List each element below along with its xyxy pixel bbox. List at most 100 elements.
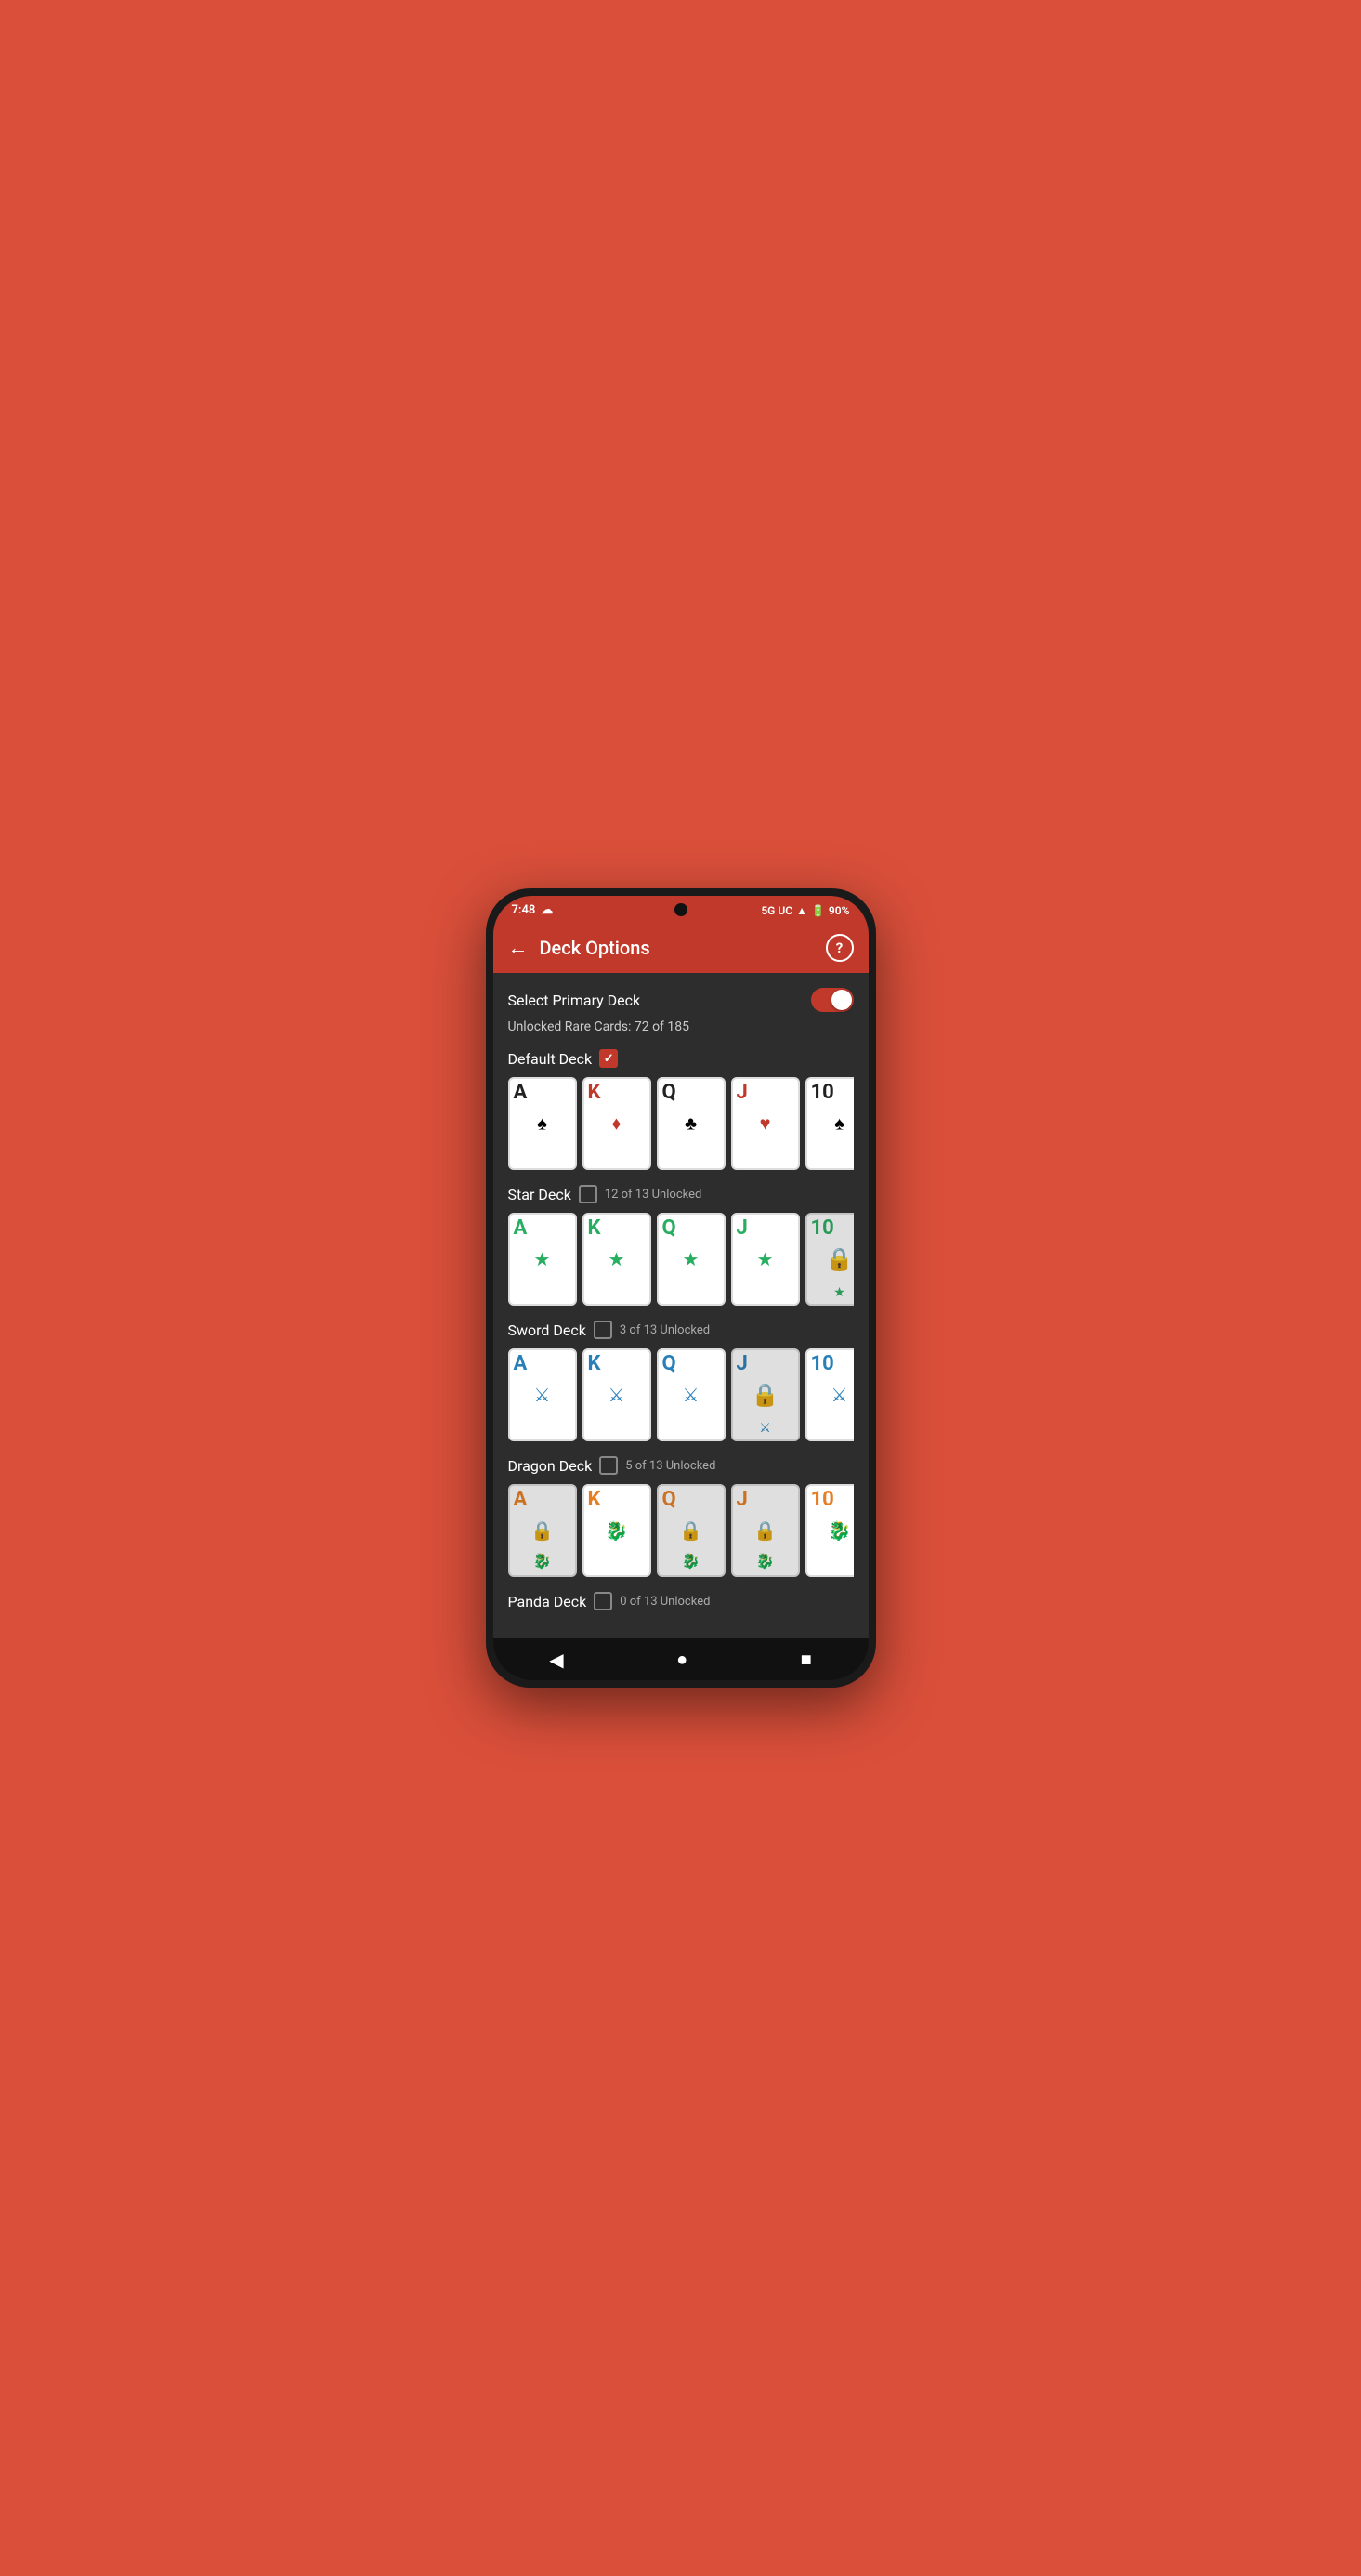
- cards-row: A♠K♦Q♣J♥10♠: [508, 1077, 854, 1170]
- card-letter: Q: [662, 1218, 720, 1239]
- cards-row: A⚔K⚔Q⚔J🔒⚔10⚔: [508, 1348, 854, 1441]
- card-center-symbol: ★: [683, 1248, 700, 1270]
- card[interactable]: Q 🔒 🐉: [657, 1484, 726, 1577]
- card-symbol-bottom: ⚔: [759, 1421, 771, 1436]
- card[interactable]: K🐉: [582, 1484, 651, 1577]
- card[interactable]: Q⚔: [657, 1348, 726, 1441]
- card-letter: 10: [811, 1218, 854, 1239]
- card-center-symbol: ♣: [685, 1112, 697, 1136]
- card-letter: Q: [662, 1490, 720, 1510]
- card-center-symbol: ★: [609, 1248, 625, 1270]
- deck-checkbox[interactable]: [594, 1592, 612, 1610]
- status-left: 7:48 ☁: [512, 903, 554, 917]
- card[interactable]: 10 ♠: [805, 1077, 854, 1170]
- card-letter: Q: [662, 1354, 720, 1374]
- card[interactable]: A⚔: [508, 1348, 577, 1441]
- card-letter: K: [588, 1218, 646, 1239]
- card[interactable]: J♥: [731, 1077, 800, 1170]
- lock-icon: 🔒: [826, 1246, 854, 1272]
- card[interactable]: K⚔: [582, 1348, 651, 1441]
- card-letter: 10: [811, 1490, 854, 1510]
- time-display: 7:48: [512, 903, 536, 917]
- dragon-symbol: 🐉: [682, 1552, 700, 1570]
- card[interactable]: J 🔒 🐉: [731, 1484, 800, 1577]
- card-center-symbol: ★: [534, 1248, 551, 1270]
- home-nav-button[interactable]: ●: [676, 1648, 687, 1671]
- toggle-label: Select Primary Deck: [508, 992, 641, 1009]
- card-letter: K: [588, 1083, 646, 1103]
- phone-screen: 7:48 ☁ 5G UC ▲ 🔋 90% ← Deck Options ? Se…: [493, 896, 869, 1680]
- help-button[interactable]: ?: [826, 934, 854, 962]
- deck-header-1: Star Deck12 of 13 Unlocked: [508, 1185, 854, 1203]
- card-center-symbol: ♦: [611, 1112, 621, 1136]
- deck-name: Default Deck: [508, 1050, 593, 1068]
- card-letter: K: [588, 1354, 646, 1374]
- back-nav-button[interactable]: ◀: [549, 1649, 563, 1671]
- primary-deck-toggle[interactable]: [811, 988, 854, 1012]
- top-bar: ← Deck Options ?: [493, 923, 869, 973]
- card[interactable]: Q♣: [657, 1077, 726, 1170]
- deck-checkbox[interactable]: [599, 1456, 618, 1475]
- card[interactable]: A★: [508, 1213, 577, 1306]
- back-button[interactable]: ←: [508, 936, 529, 960]
- signal-icon: ▲: [796, 904, 807, 917]
- card-letter: J: [737, 1083, 794, 1103]
- card-center-symbol: ♠: [537, 1112, 547, 1136]
- unlock-count-label: 5 of 13 Unlocked: [625, 1459, 715, 1473]
- card-letter: A: [514, 1490, 571, 1510]
- deck-checkbox[interactable]: [579, 1185, 597, 1203]
- card[interactable]: A🔒🐉: [508, 1484, 577, 1577]
- unlocked-rare-cards-text: Unlocked Rare Cards: 72 of 185: [508, 1019, 854, 1034]
- card-center-symbol: ⚔: [683, 1384, 700, 1406]
- deck-name: Panda Deck: [508, 1593, 587, 1610]
- card-center-symbol: 🐉: [828, 1519, 851, 1542]
- cards-row: A🔒🐉K🐉 Q 🔒 🐉 J 🔒 🐉 10 🐉: [508, 1484, 854, 1577]
- deck-section-panda-deck: Panda Deck0 of 13 Unlocked: [508, 1592, 854, 1610]
- recent-nav-button[interactable]: ■: [801, 1648, 812, 1671]
- unlock-count-label: 3 of 13 Unlocked: [620, 1323, 710, 1337]
- deck-section-sword-deck: Sword Deck3 of 13 UnlockedA⚔K⚔Q⚔J🔒⚔10⚔: [508, 1321, 854, 1441]
- card-center-symbol: ⚔: [831, 1384, 848, 1406]
- card-letter: J: [737, 1354, 794, 1374]
- cloud-icon: ☁: [541, 903, 553, 917]
- card-center-symbol: ♥: [760, 1112, 771, 1136]
- card-letter: Q: [662, 1083, 720, 1103]
- card-letter: 10: [811, 1083, 854, 1103]
- card-center-symbol: ⚔: [609, 1384, 625, 1406]
- card[interactable]: A♠: [508, 1077, 577, 1170]
- card[interactable]: J★: [731, 1213, 800, 1306]
- deck-checkbox[interactable]: [594, 1321, 612, 1339]
- card[interactable]: K★: [582, 1213, 651, 1306]
- deck-section-default-deck: Default DeckA♠K♦Q♣J♥10♠: [508, 1049, 854, 1170]
- unlock-count-label: 12 of 13 Unlocked: [605, 1188, 702, 1202]
- deck-header-2: Sword Deck 3 of 13 Unlocked: [508, 1321, 854, 1339]
- status-right: 5G UC ▲ 🔋 90%: [761, 904, 849, 917]
- card-letter: J: [737, 1490, 794, 1510]
- card[interactable]: Q★: [657, 1213, 726, 1306]
- dragon-symbol: 🐉: [533, 1552, 552, 1570]
- card[interactable]: 10🔒★: [805, 1213, 854, 1306]
- card-center-symbol: 🐉: [605, 1519, 628, 1542]
- battery-label: 90%: [829, 904, 850, 917]
- battery-icon: 🔋: [811, 904, 825, 917]
- deck-name: Sword Deck: [508, 1321, 586, 1339]
- deck-header-0: Default Deck: [508, 1049, 854, 1068]
- deck-header-3: Dragon Deck 5 of 13 Unlocked: [508, 1456, 854, 1475]
- deck-section-star-deck: Star Deck12 of 13 UnlockedA★K★Q★J★10🔒★: [508, 1185, 854, 1306]
- dragon-symbol: 🐉: [756, 1552, 775, 1570]
- card[interactable]: 10 🐉: [805, 1484, 854, 1577]
- card[interactable]: 10⚔: [805, 1348, 854, 1441]
- phone-frame: 7:48 ☁ 5G UC ▲ 🔋 90% ← Deck Options ? Se…: [486, 888, 876, 1688]
- card-center-symbol: ♠: [834, 1112, 844, 1136]
- card[interactable]: K♦: [582, 1077, 651, 1170]
- deck-checkbox[interactable]: [599, 1049, 618, 1068]
- lock-icon: 🔒: [753, 1519, 777, 1542]
- deck-name: Dragon Deck: [508, 1457, 593, 1475]
- card-letter: J: [737, 1218, 794, 1239]
- lock-icon: 🔒: [679, 1519, 702, 1542]
- card[interactable]: J🔒⚔: [731, 1348, 800, 1441]
- main-content: Select Primary Deck Unlocked Rare Cards:…: [493, 973, 869, 1638]
- deck-header-4: Panda Deck0 of 13 Unlocked: [508, 1592, 854, 1610]
- cards-row: A★K★Q★J★10🔒★: [508, 1213, 854, 1306]
- deck-section-dragon-deck: Dragon Deck5 of 13 UnlockedA🔒🐉K🐉Q🔒🐉J🔒🐉10…: [508, 1456, 854, 1577]
